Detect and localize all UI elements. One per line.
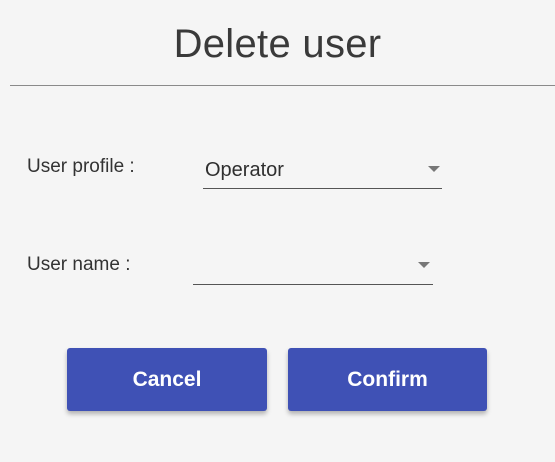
user-profile-select[interactable]: Operator <box>203 152 442 189</box>
caret-down-icon <box>418 262 430 268</box>
delete-user-dialog: Delete user User profile : Operator User… <box>0 0 555 462</box>
user-profile-label: User profile : <box>27 156 135 177</box>
user-profile-value: Operator <box>205 159 284 181</box>
user-name-select[interactable] <box>193 248 433 285</box>
cancel-button[interactable]: Cancel <box>67 348 267 411</box>
user-name-label: User name : <box>27 254 131 275</box>
caret-down-icon <box>428 166 440 172</box>
title-divider <box>10 85 555 86</box>
confirm-button[interactable]: Confirm <box>288 348 487 411</box>
dialog-title: Delete user <box>173 22 382 66</box>
